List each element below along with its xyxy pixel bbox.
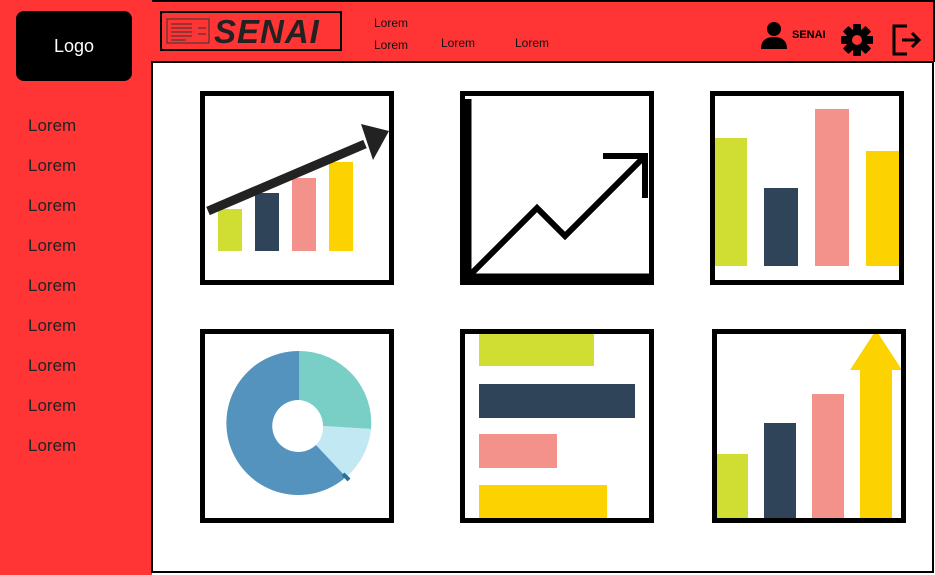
gear-icon[interactable] — [840, 23, 874, 57]
user-menu[interactable]: SENAI — [760, 21, 826, 49]
chart-tile[interactable] — [460, 91, 654, 285]
nav-link[interactable]: Lorem — [441, 36, 475, 50]
user-name: SENAI — [792, 29, 826, 41]
sidebar-item[interactable]: Lorem — [28, 396, 76, 436]
sidebar-item[interactable]: Lorem — [28, 116, 76, 156]
dashboard-panel — [151, 61, 934, 573]
brand-mark-icon — [166, 18, 210, 44]
sidebar-menu: Lorem Lorem Lorem Lorem Lorem Lorem Lore… — [28, 116, 76, 476]
sidebar: Logo Lorem Lorem Lorem Lorem Lorem Lorem… — [0, 0, 152, 575]
line-trend-icon — [465, 99, 649, 280]
sidebar-item[interactable]: Lorem — [28, 156, 76, 196]
donut-chart-icon — [226, 350, 372, 495]
chart-tile[interactable] — [200, 329, 394, 523]
sidebar-item[interactable]: Lorem — [28, 276, 76, 316]
nav-link[interactable]: Lorem — [374, 16, 408, 30]
sidebar-item[interactable]: Lorem — [28, 196, 76, 236]
sidebar-item[interactable]: Lorem — [28, 316, 76, 356]
user-icon — [761, 22, 787, 49]
nav-link[interactable]: Lorem — [515, 36, 549, 50]
top-bar: SENAI Lorem Lorem Lorem Lorem SENAI — [152, 0, 935, 62]
rising-bars-arrow-icon — [717, 334, 901, 518]
horizontal-bar-chart-icon — [479, 334, 635, 518]
chart-tile[interactable] — [710, 91, 904, 285]
sidebar-item[interactable]: Lorem — [28, 436, 76, 476]
brand-logo[interactable]: SENAI — [160, 11, 342, 51]
sidebar-item[interactable]: Lorem — [28, 356, 76, 396]
nav-link[interactable]: Lorem — [374, 38, 408, 52]
growth-bar-chart-icon — [206, 124, 389, 251]
chart-tile[interactable] — [200, 91, 394, 285]
sidebar-item[interactable]: Lorem — [28, 236, 76, 276]
logout-icon[interactable] — [890, 23, 924, 57]
logo-label: Logo — [53, 35, 95, 56]
chart-tile[interactable] — [712, 329, 906, 523]
logo[interactable]: Logo — [16, 11, 132, 81]
column-chart-icon — [715, 109, 899, 266]
brand-text: SENAI — [214, 13, 320, 50]
chart-tile[interactable] — [460, 329, 654, 523]
